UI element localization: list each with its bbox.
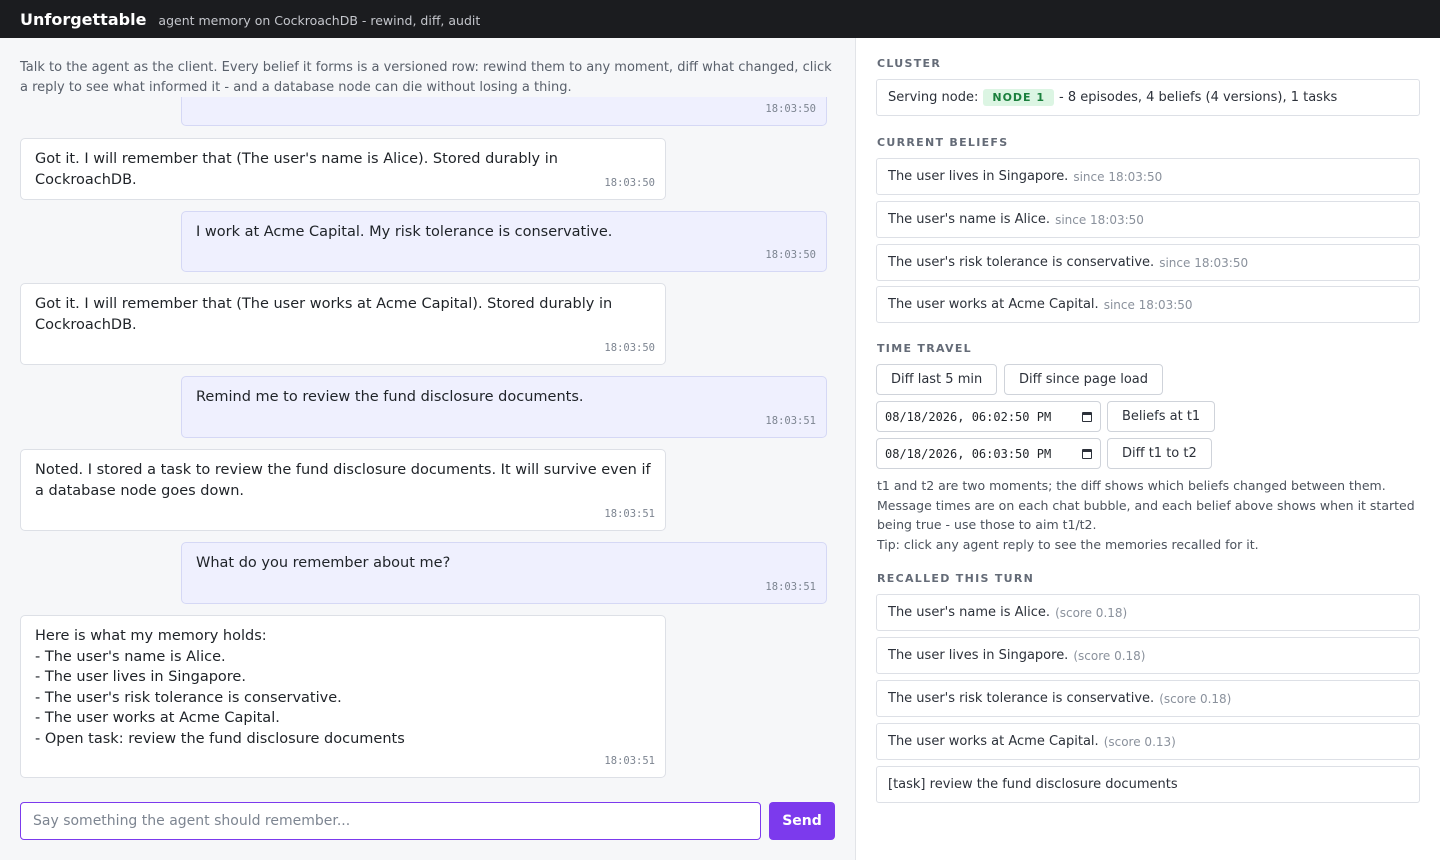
- message-time: 18:03:51: [604, 754, 655, 767]
- message-time: 18:03:50: [765, 102, 816, 115]
- message-text: Remind me to review the fund disclosure …: [196, 389, 584, 405]
- chat-log[interactable]: 18:03:50 Got it. I will remember that (T…: [0, 97, 856, 781]
- chat-panel: Talk to the agent as the client. Every b…: [0, 38, 856, 860]
- message-time: 18:03:51: [765, 414, 816, 427]
- message-time: 18:03:50: [765, 248, 816, 261]
- beliefs-at-t1-button[interactable]: Beliefs at t1: [1107, 401, 1216, 432]
- belief-text: The user's risk tolerance is conservativ…: [888, 255, 1155, 270]
- intro-text: Talk to the agent as the client. Every b…: [20, 60, 832, 95]
- serving-label: Serving node:: [888, 90, 979, 105]
- t2-value: 08/18/2026, 06:03:50 PM: [885, 446, 1052, 461]
- tip-text: Tip: click any agent reply to see the me…: [877, 536, 1259, 552]
- diff-t1-to-t2-button[interactable]: Diff t1 to t2: [1107, 438, 1212, 469]
- cluster-stats: - 8 episodes, 4 beliefs (4 versions), 1 …: [1059, 90, 1338, 105]
- agent-message[interactable]: Got it. I will remember that (The user w…: [20, 283, 666, 365]
- agent-message[interactable]: Got it. I will remember that (The user's…: [20, 138, 666, 200]
- message-time: 18:03:50: [604, 341, 655, 354]
- message-time: 18:03:50: [604, 176, 655, 189]
- message-text: I work at Acme Capital. My risk toleranc…: [196, 224, 613, 240]
- belief-item: The user's name is Alice. since 18:03:50: [876, 201, 1420, 238]
- recalled-item: The user's risk tolerance is conservativ…: [876, 680, 1420, 717]
- agent-message[interactable]: Here is what my memory holds: - The user…: [20, 615, 666, 778]
- app-header: Unforgettable agent memory on CockroachD…: [0, 0, 1440, 38]
- belief-since: since 18:03:50: [1159, 255, 1249, 270]
- t2-datetime-input[interactable]: 08/18/2026, 06:03:50 PM: [876, 438, 1101, 469]
- recalled-item: The user works at Acme Capital. (score 0…: [876, 723, 1420, 760]
- diff-last-5-min-button[interactable]: Diff last 5 min: [876, 364, 998, 395]
- user-message: 18:03:50: [181, 97, 827, 126]
- send-button[interactable]: Send: [769, 802, 835, 840]
- recalled-text: The user works at Acme Capital.: [888, 734, 1099, 749]
- message-text: Here is what my memory holds: - The user…: [35, 628, 405, 747]
- user-message: I work at Acme Capital. My risk toleranc…: [181, 211, 827, 272]
- recalled-score: (score 0.13): [1103, 734, 1176, 749]
- recalled-item: The user lives in Singapore. (score 0.18…: [876, 637, 1420, 674]
- recalled-item: [task] review the fund disclosure docume…: [876, 766, 1420, 803]
- recalled-score: (score 0.18): [1055, 605, 1128, 620]
- node-badge: NODE 1: [983, 89, 1055, 106]
- memory-panel: CLUSTER Serving node: NODE 1 - 8 episode…: [857, 38, 1440, 860]
- calendar-icon[interactable]: [1082, 448, 1092, 459]
- app-title: Unforgettable: [20, 9, 147, 29]
- diff-since-page-load-button[interactable]: Diff since page load: [1004, 364, 1163, 395]
- recalled-text: [task] review the fund disclosure docume…: [888, 777, 1178, 792]
- message-input[interactable]: [20, 802, 761, 840]
- t1-datetime-input[interactable]: 08/18/2026, 06:02:50 PM: [876, 401, 1101, 432]
- message-text: Noted. I stored a task to review the fun…: [35, 462, 651, 499]
- belief-text: The user works at Acme Capital.: [888, 297, 1099, 312]
- cluster-status: Serving node: NODE 1 - 8 episodes, 4 bel…: [876, 79, 1420, 116]
- help-text: t1 and t2 are two moments; the diff show…: [877, 478, 1415, 532]
- app-subtitle: agent memory on CockroachDB - rewind, di…: [158, 12, 481, 28]
- belief-item: The user works at Acme Capital. since 18…: [876, 286, 1420, 323]
- agent-message[interactable]: Noted. I stored a task to review the fun…: [20, 449, 666, 531]
- belief-text: The user lives in Singapore.: [888, 169, 1069, 184]
- belief-item: The user's risk tolerance is conservativ…: [876, 244, 1420, 281]
- calendar-icon[interactable]: [1082, 411, 1092, 422]
- message-time: 18:03:51: [604, 507, 655, 520]
- recalled-heading: RECALLED THIS TURN: [877, 572, 1035, 585]
- t1-value: 08/18/2026, 06:02:50 PM: [885, 409, 1052, 424]
- recalled-text: The user's risk tolerance is conservativ…: [888, 691, 1155, 706]
- time-travel-help: t1 and t2 are two moments; the diff show…: [877, 476, 1422, 554]
- cluster-heading: CLUSTER: [877, 57, 942, 70]
- recalled-text: The user's name is Alice.: [888, 605, 1051, 620]
- recalled-score: (score 0.18): [1073, 648, 1146, 663]
- recalled-score: (score 0.18): [1159, 691, 1232, 706]
- message-time: 18:03:51: [765, 580, 816, 593]
- recalled-text: The user lives in Singapore.: [888, 648, 1069, 663]
- message-text: Got it. I will remember that (The user w…: [35, 296, 613, 333]
- message-text: Got it. I will remember that (The user's…: [35, 151, 558, 188]
- user-message: What do you remember about me? 18:03:51: [181, 542, 827, 604]
- user-message: Remind me to review the fund disclosure …: [181, 376, 827, 438]
- message-text: What do you remember about me?: [196, 555, 451, 571]
- belief-item: The user lives in Singapore. since 18:03…: [876, 158, 1420, 195]
- time-travel-heading: TIME TRAVEL: [877, 342, 972, 355]
- belief-since: since 18:03:50: [1073, 169, 1163, 184]
- belief-since: since 18:03:50: [1055, 212, 1144, 227]
- belief-text: The user's name is Alice.: [888, 212, 1051, 227]
- beliefs-heading: CURRENT BELIEFS: [877, 136, 1009, 149]
- recalled-item: The user's name is Alice. (score 0.18): [876, 594, 1420, 631]
- belief-since: since 18:03:50: [1103, 297, 1193, 312]
